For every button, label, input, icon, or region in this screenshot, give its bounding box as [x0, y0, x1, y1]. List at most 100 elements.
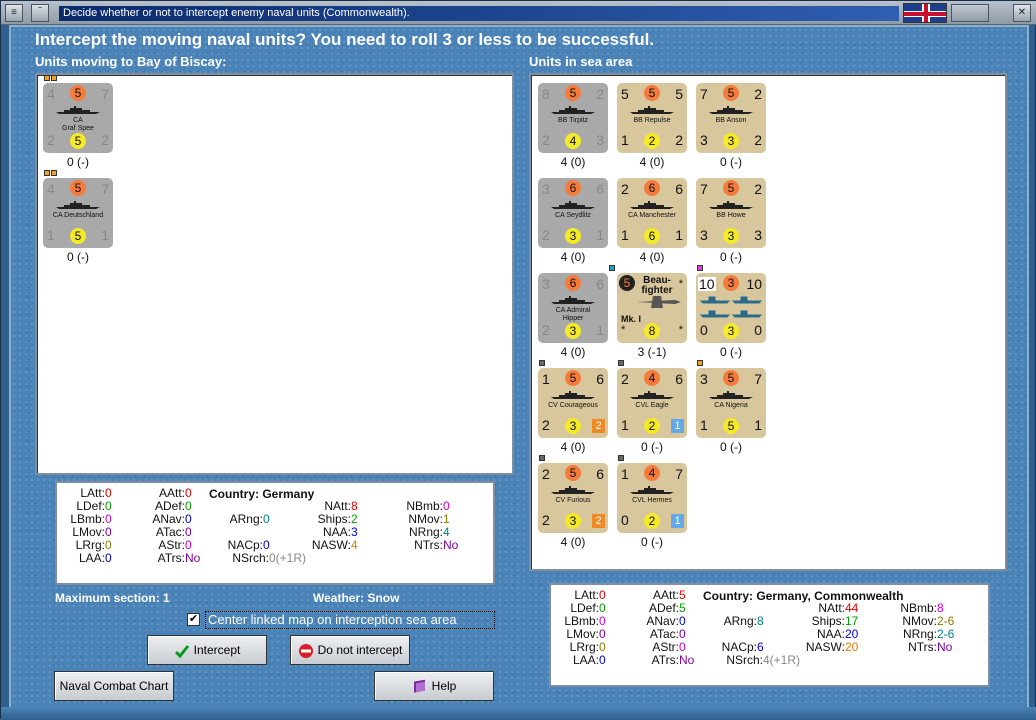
- help-button[interactable]: Help: [374, 671, 494, 701]
- unit-status: 4 (0): [560, 440, 586, 454]
- stat-value: 0: [599, 640, 606, 654]
- stat-value: 0: [679, 640, 686, 654]
- unit-bottom-right: 1: [596, 322, 604, 338]
- status-marker-icon: [697, 265, 703, 271]
- unit-markers: [618, 360, 625, 367]
- stat-nsrch: NSrch: 0(+1R): [217, 552, 327, 565]
- unit-bottom-left: *: [621, 324, 626, 336]
- moving-unit-counter[interactable]: 4 5 7 CA Graf Spee 2 5 2: [43, 83, 113, 153]
- unit-top-right: 6: [596, 181, 604, 197]
- sea-area-unit-counter[interactable]: 3 6 6 CA Seydlitz 2 3 1: [538, 178, 608, 248]
- unit-markers: [697, 265, 704, 272]
- unit-top-left: 2: [621, 371, 629, 387]
- ship-silhouette-icon: [709, 201, 753, 209]
- unit-attack-badge: 5: [723, 85, 739, 101]
- stat-value: 0: [105, 551, 112, 565]
- ship-silhouette-icon: [56, 106, 100, 114]
- unit-status: 4 (0): [560, 345, 586, 359]
- stat-label: NASW:: [805, 640, 845, 654]
- do-not-intercept-button[interactable]: Do not intercept: [290, 635, 410, 665]
- stat-value: 17: [845, 614, 859, 628]
- sea-area-unit-counter[interactable]: 2 5 6 CV Furious 2 3 2: [538, 463, 608, 533]
- unit-defense-badge: 4: [565, 133, 581, 149]
- sea-area-unit-counter[interactable]: 10 3 10 0 3 0: [696, 273, 766, 343]
- naval-combat-chart-label: Naval Combat Chart: [59, 679, 169, 693]
- title-bar: ≡ ‾ Decide whether or not to intercept e…: [1, 1, 1036, 25]
- unit-name: CA Deutschland: [52, 212, 104, 219]
- stat-value: 3: [351, 525, 358, 539]
- center-map-checkbox[interactable]: ✔: [187, 613, 200, 626]
- unit-top-left: 4: [47, 181, 55, 197]
- stat-value: 0: [679, 627, 686, 641]
- unit-bottom-left: 2: [542, 322, 550, 338]
- unit-attack-badge: 4: [644, 465, 660, 481]
- sea-area-units-panel: 8 5 2 BB Tirpitz 2 4 3 4 (0) 5 5 5 BB Repulse 1 2 2 4 (…: [529, 73, 1007, 571]
- stat-value: No: [185, 551, 201, 565]
- unit-top-right: 7: [754, 371, 762, 387]
- unit-top-right: 2: [754, 86, 762, 102]
- center-map-label[interactable]: Center linked map on interception sea ar…: [205, 611, 495, 629]
- intercept-button[interactable]: Intercept: [147, 635, 267, 665]
- sea-area-unit-counter[interactable]: 7 5 2 BB Howe 3 3 3: [696, 178, 766, 248]
- sea-area-unit-counter[interactable]: 2 6 6 CA Manchester 1 6 1: [617, 178, 687, 248]
- unit-status: 0 (-): [641, 440, 663, 454]
- union-jack-flag-icon: [903, 3, 947, 23]
- unit-bottom-left: 1: [621, 132, 629, 148]
- unit-name: CA Admiral Hipper: [555, 307, 591, 322]
- unit-defense-badge: 8: [644, 323, 660, 339]
- stat-value: 0: [599, 601, 606, 615]
- do-not-intercept-button-label: Do not intercept: [317, 643, 403, 657]
- unit-markers: [539, 360, 546, 367]
- unit-top-left: 1: [542, 371, 550, 387]
- unit-name: BB Howe: [716, 212, 746, 219]
- stat-value: 8: [351, 499, 358, 513]
- moving-unit-counter[interactable]: 4 5 7 CA Deutschland 1 5 1: [43, 178, 113, 248]
- unit-top-right: 2: [754, 181, 762, 197]
- unit-defense-badge: 3: [723, 228, 739, 244]
- unit-status: 4 (0): [639, 250, 665, 264]
- unit-attack-badge: 6: [565, 180, 581, 196]
- stat-label: NASW:: [311, 538, 351, 552]
- unit-bottom-right: 0: [754, 322, 762, 338]
- unit-top-right: 7: [101, 181, 109, 197]
- sea-area-unit-counter[interactable]: 7 5 2 BB Anson 3 3 2: [696, 83, 766, 153]
- dialog-content: Intercept the moving naval units? You ne…: [9, 25, 1029, 713]
- book-icon: [413, 679, 425, 693]
- title-bar-spacer: [951, 4, 989, 22]
- stat-value: 0: [105, 499, 112, 513]
- unit-bottom-left: 2: [542, 512, 550, 528]
- ship-silhouette-icon: [551, 106, 595, 114]
- sea-area-unit-counter[interactable]: 2 4 6 CVL Eagle 1 2 1: [617, 368, 687, 438]
- ship-silhouette-icon: [551, 486, 595, 494]
- convoy-ships-icon: [699, 296, 763, 318]
- minimize-button[interactable]: ‾: [31, 4, 49, 22]
- sea-area-unit-counter[interactable]: 1 4 7 CVL Hermes 0 2 1: [617, 463, 687, 533]
- help-button-label: Help: [431, 679, 457, 693]
- ship-silhouette-icon: [630, 106, 674, 114]
- unit-bottom-left: 2: [542, 227, 550, 243]
- sea-area-stats: LAtt: 0 LDef: 0 LBmb: 0 LMov: 0 LRrg: 0 LAA: …: [549, 583, 990, 687]
- unit-top-right: 6: [596, 371, 604, 387]
- unit-bottom-left: 0: [621, 512, 629, 528]
- sea-area-unit-counter[interactable]: 1 5 6 CV Courageous 2 3 2: [538, 368, 608, 438]
- unit-defense-badge: 3: [565, 228, 581, 244]
- system-menu-button[interactable]: ≡: [5, 4, 23, 22]
- sea-area-unit-counter[interactable]: 8 5 2 BB Tirpitz 2 4 3: [538, 83, 608, 153]
- sea-area-unit-counter[interactable]: 5 Beau- fighter * Mk. I * 8 *: [617, 273, 687, 343]
- stat-value: 0: [599, 653, 606, 667]
- sea-area-unit-counter[interactable]: 3 6 6 CA Admiral Hipper 2 3 1: [538, 273, 608, 343]
- unit-attack-badge: 3: [723, 275, 739, 291]
- unit-top-right: 7: [101, 86, 109, 102]
- max-section-label: Maximum section: 1: [55, 591, 170, 605]
- unit-top-right: 6: [596, 276, 604, 292]
- sea-area-unit-counter[interactable]: 3 5 7 CA Nigeria 1 5 1: [696, 368, 766, 438]
- naval-combat-chart-button[interactable]: Naval Combat Chart: [54, 671, 174, 701]
- carrier-air-badge: 1: [671, 419, 684, 433]
- sea-area-unit-counter[interactable]: 5 5 5 BB Repulse 1 2 2: [617, 83, 687, 153]
- unit-bottom-right: 3: [754, 227, 762, 243]
- close-button[interactable]: ✕: [1013, 4, 1031, 22]
- unit-bottom-left: 3: [700, 132, 708, 148]
- intercept-question: Intercept the moving naval units? You ne…: [35, 30, 655, 49]
- unit-bottom-right: 1: [101, 227, 109, 243]
- carrier-air-badge: 2: [592, 514, 605, 528]
